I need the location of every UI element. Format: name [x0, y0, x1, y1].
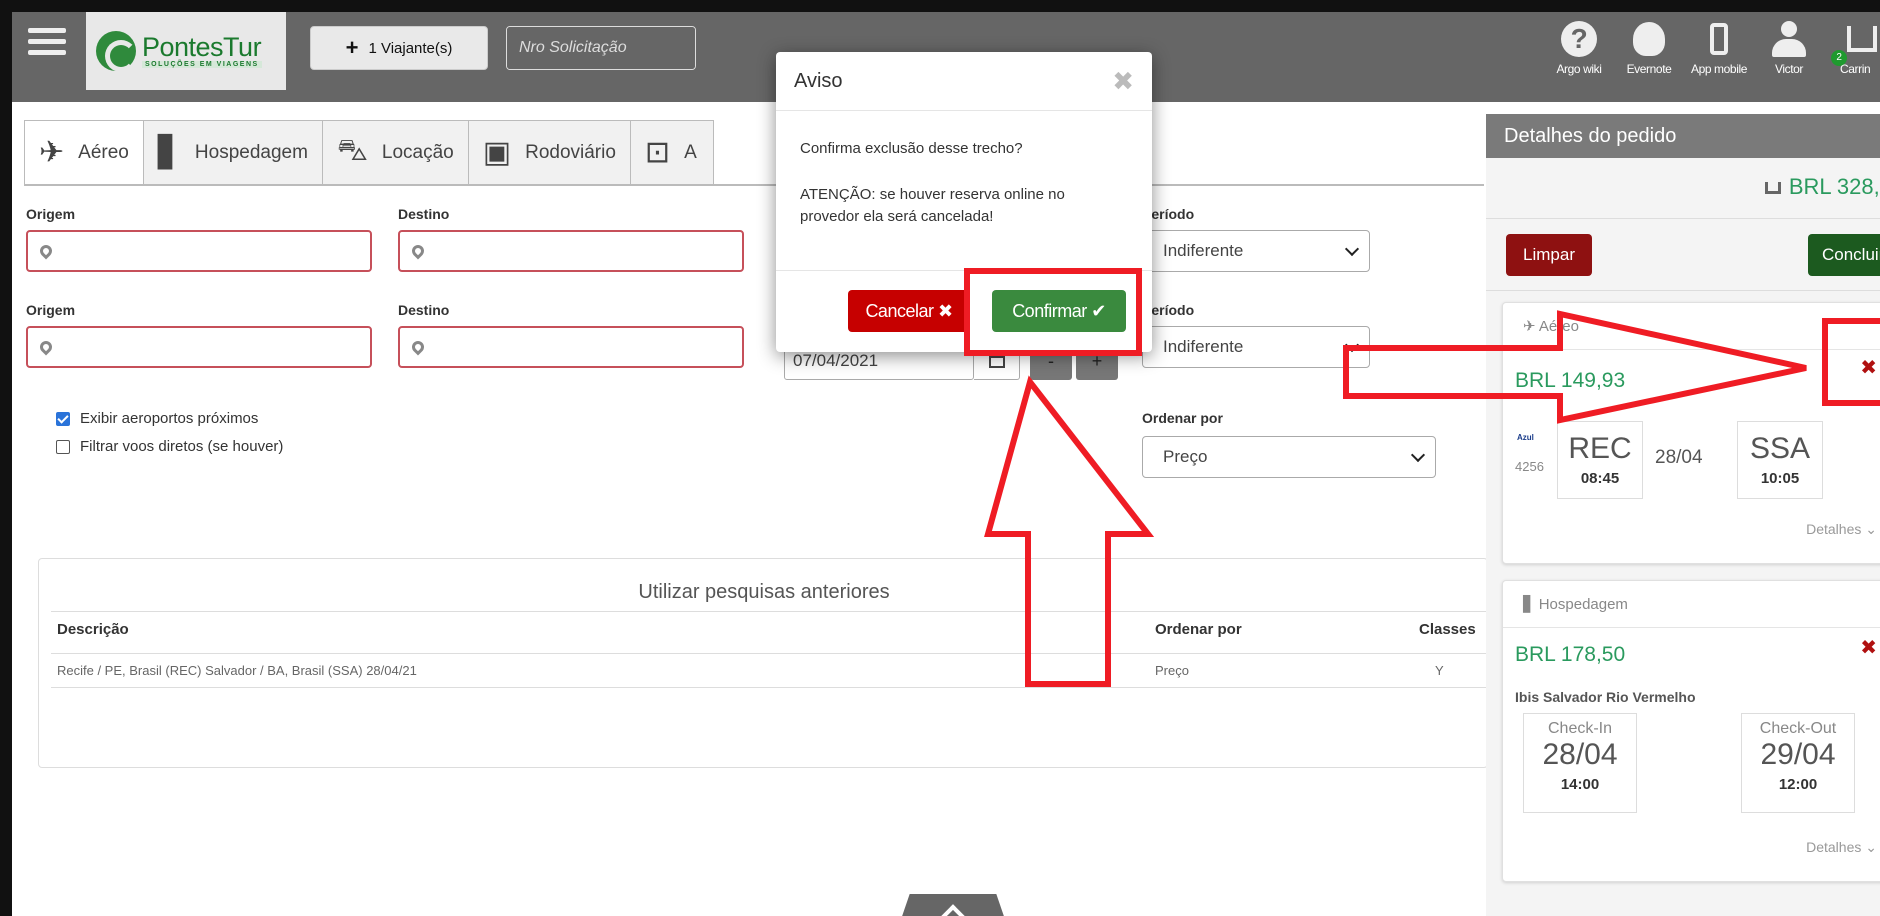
- period-select-1[interactable]: Indiferente: [1142, 230, 1370, 272]
- cart-link[interactable]: 2 Carrin: [1824, 20, 1880, 90]
- request-search: [506, 26, 696, 70]
- scroll-top-button[interactable]: [896, 894, 1010, 916]
- flight-number: 4256: [1515, 459, 1544, 474]
- hotel-name: Ibis Salvador Rio Vermelho: [1515, 689, 1696, 705]
- money-icon: ⊡: [644, 136, 671, 169]
- checkin-box: Check-In 28/04 14:00: [1523, 713, 1637, 813]
- menu-icon[interactable]: [28, 28, 66, 58]
- add-traveler-button[interactable]: + 1 Viajante(s): [310, 26, 488, 70]
- order-details-panel: Detalhes do pedido BRL 328,4 Limpar Conc…: [1486, 114, 1880, 916]
- hotel-icon: ▋: [1523, 596, 1539, 613]
- delete-hotel-icon[interactable]: ✖: [1860, 635, 1877, 660]
- user-icon: [1772, 21, 1806, 57]
- arrival-box: SSA 10:05: [1737, 421, 1823, 499]
- destination-label-1: Destino: [398, 206, 450, 222]
- previous-search-order: Preço: [1155, 663, 1189, 678]
- period-select-2[interactable]: Indiferente: [1142, 326, 1370, 368]
- order-select[interactable]: Preço: [1142, 436, 1436, 478]
- order-label: Ordenar por: [1142, 410, 1223, 426]
- chevron-down-icon: [1410, 447, 1426, 463]
- logo-mark-icon: [96, 31, 137, 72]
- app-frame: PontesTur SOLUÇÕES EM VIAGENS + 1 Viajan…: [0, 0, 1880, 916]
- chevron-down-icon: [1344, 241, 1360, 257]
- chevron-down-icon: ⌄: [1865, 839, 1877, 855]
- hotel-card: ▋ Hospedagem BRL 178,50 ✖ Ibis Salvador …: [1502, 580, 1880, 882]
- flight-date: 28/04: [1655, 447, 1703, 468]
- cart-icon: [1764, 182, 1781, 194]
- checkbox-checked[interactable]: [56, 411, 70, 426]
- tab-hospedagem[interactable]: ▋ Hospedagem: [142, 120, 323, 184]
- departure-box: REC 08:45: [1557, 421, 1643, 499]
- argo-wiki-link[interactable]: ? Argo wiki: [1544, 20, 1614, 90]
- hotel-details-link[interactable]: Detalhes ⌄: [1806, 839, 1877, 856]
- location-pin-icon: [409, 242, 427, 260]
- order-total: BRL 328,4: [1764, 174, 1880, 200]
- logo-subtitle: SOLUÇÕES EM VIAGENS: [142, 61, 262, 68]
- dialog-warning: ATENÇÃO: se houver reserva online no pro…: [800, 186, 1065, 225]
- checkbox-unchecked[interactable]: [56, 439, 70, 454]
- help-icon: ?: [1561, 21, 1597, 57]
- highlight-box-delete: [1822, 318, 1880, 406]
- tab-rodoviario[interactable]: ▣ Rodoviário: [467, 120, 631, 184]
- tab-locacao[interactable]: ⛍ Locação: [321, 120, 469, 184]
- previous-search-classes: Y: [1435, 663, 1444, 678]
- hotel-price: BRL 178,50: [1515, 643, 1626, 666]
- location-pin-icon: [409, 338, 427, 356]
- column-header-order: Ordenar por: [1155, 621, 1242, 638]
- traveler-label: 1 Viajante(s): [368, 39, 453, 57]
- origin-input-2[interactable]: [26, 326, 372, 368]
- flight-price: BRL 149,93: [1515, 369, 1626, 392]
- previous-search-row[interactable]: Recife / PE, Brasil (REC) Salvador / BA,…: [57, 663, 417, 678]
- close-icon[interactable]: ✖: [1112, 66, 1134, 97]
- service-tabs: ✈ Aéreo ▋ Hospedagem ⛍ Locação ▣ Rodoviá…: [24, 120, 714, 184]
- direct-flights-checkbox[interactable]: Filtrar voos diretos (se houver): [56, 438, 283, 455]
- flight-details-link[interactable]: Detalhes ⌄: [1806, 521, 1877, 538]
- hotel-icon: ▋: [157, 136, 181, 169]
- cancel-button[interactable]: Cancelar ✖: [848, 290, 970, 332]
- column-header-description: Descrição: [57, 621, 129, 638]
- bus-icon: ▣: [482, 136, 512, 169]
- dialog-title: Aviso: [794, 70, 843, 92]
- order-details-title: Detalhes do pedido: [1486, 114, 1880, 158]
- request-number-input[interactable]: [507, 27, 695, 69]
- chevron-down-icon: [1344, 337, 1360, 353]
- logo[interactable]: PontesTur SOLUÇÕES EM VIAGENS: [86, 12, 286, 90]
- highlight-box-confirm: [964, 268, 1142, 356]
- nearby-airports-checkbox[interactable]: Exibir aeroportos próximos: [56, 410, 258, 427]
- column-header-classes: Classes: [1419, 621, 1476, 638]
- plus-icon: +: [345, 35, 359, 60]
- clear-button[interactable]: Limpar: [1506, 234, 1592, 276]
- top-links: ? Argo wiki Evernote App mobile Victor 2…: [1544, 20, 1880, 90]
- origin-label-2: Origem: [26, 302, 76, 318]
- previous-searches-panel: Utilizar pesquisas anteriores Descrição …: [38, 558, 1491, 768]
- airplane-icon: ✈: [1523, 318, 1539, 335]
- airline-logo: Azul: [1517, 433, 1534, 442]
- conclude-button[interactable]: Concluir: [1808, 234, 1880, 276]
- evernote-link[interactable]: Evernote: [1614, 20, 1684, 90]
- app-mobile-link[interactable]: App mobile: [1684, 20, 1754, 90]
- cart-icon: [1847, 26, 1877, 52]
- destination-label-2: Destino: [398, 302, 450, 318]
- location-pin-icon: [37, 338, 55, 356]
- calendar-icon: [988, 354, 1005, 368]
- cart-badge: 2: [1831, 50, 1847, 66]
- previous-searches-title: Utilizar pesquisas anteriores: [638, 581, 890, 603]
- checkout-box: Check-Out 29/04 12:00: [1741, 713, 1855, 813]
- logo-name: PontesTur: [142, 32, 262, 62]
- car-icon: ⛍: [336, 133, 368, 167]
- tab-other[interactable]: ⊡ A: [629, 120, 714, 184]
- tab-aereo[interactable]: ✈ Aéreo: [24, 120, 144, 184]
- user-menu[interactable]: Victor: [1754, 20, 1824, 90]
- dialog-question: Confirma exclusão desse trecho?: [800, 140, 1023, 157]
- origin-label-1: Origem: [26, 206, 76, 222]
- origin-input-1[interactable]: [26, 230, 372, 272]
- destination-input-1[interactable]: [398, 230, 744, 272]
- destination-input-2[interactable]: [398, 326, 744, 368]
- location-pin-icon: [37, 242, 55, 260]
- evernote-icon: [1633, 22, 1665, 56]
- mobile-icon: [1710, 23, 1728, 55]
- chevron-down-icon: ⌄: [1865, 521, 1877, 537]
- airplane-icon: ✈: [39, 136, 65, 169]
